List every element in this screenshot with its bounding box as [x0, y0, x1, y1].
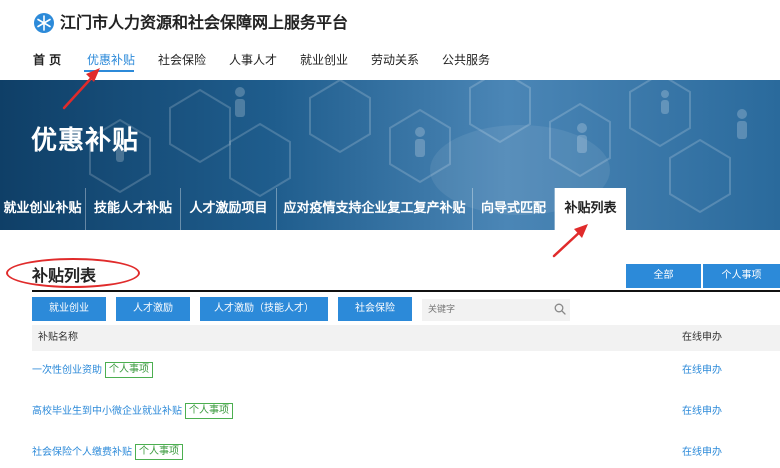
nav-item-public-services[interactable]: 公共服务: [442, 50, 490, 70]
logo-icon: [34, 13, 54, 33]
search-icon[interactable]: [554, 303, 566, 315]
tab-subsidy-list[interactable]: 补贴列表: [555, 188, 626, 230]
table-row: 一次性创业资助 个人事项 在线申办: [32, 362, 780, 382]
nav-item-personnel[interactable]: 人事人才: [229, 50, 277, 70]
category-employment-button[interactable]: 就业创业: [32, 297, 106, 321]
filter-personal-button[interactable]: 个人事项: [703, 264, 780, 288]
category-talent-button[interactable]: 人才激励: [116, 297, 190, 321]
subsidy-name[interactable]: 高校毕业生到中小微企业就业补贴: [32, 406, 182, 417]
nav-item-social-insurance[interactable]: 社会保险: [158, 50, 206, 70]
nav-item-labor-relations[interactable]: 劳动关系: [371, 50, 419, 70]
arrow-to-tab-icon: [552, 228, 584, 258]
tab-covid-support[interactable]: 应对疫情支持企业复工复产补贴: [277, 188, 473, 230]
annotation-ellipse: [6, 258, 140, 288]
category-social-insurance-button[interactable]: 社会保险: [338, 297, 412, 321]
tab-guided-match[interactable]: 向导式匹配: [473, 188, 555, 230]
banner-title: 优惠补贴: [31, 126, 140, 156]
category-badge: 个人事项: [185, 403, 233, 419]
table-header: 补贴名称 在线申办: [32, 325, 780, 351]
section-divider: [32, 290, 780, 292]
apply-online-link[interactable]: 在线申办: [682, 444, 722, 462]
main-nav: 首 页 优惠补贴 社会保险 人事人才 就业创业 劳动关系 公共服务: [0, 50, 780, 72]
site-title: 江门市人力资源和社会保障网上服务平台: [60, 13, 349, 32]
banner: 优惠补贴 就业创业补贴 技能人才补贴 人才激励项目 应对疫情支持企业复工复产补贴…: [0, 80, 780, 230]
nav-item-employment[interactable]: 就业创业: [300, 50, 348, 70]
search-input[interactable]: [422, 299, 570, 321]
category-skill-talent-button[interactable]: 人才激励（技能人才）: [200, 297, 328, 321]
tab-talent-incentive[interactable]: 人才激励项目: [181, 188, 277, 230]
subsidy-link[interactable]: 社会保险个人缴费补贴 个人事项: [32, 444, 183, 462]
tab-employment-subsidy[interactable]: 就业创业补贴: [0, 188, 86, 230]
nav-item-subsidies[interactable]: 优惠补贴: [87, 50, 135, 70]
nav-active-indicator: [84, 70, 134, 72]
nav-item-home[interactable]: 首 页: [33, 50, 61, 70]
site-header: 江门市人力资源和社会保障网上服务平台 首 页 优惠补贴 社会保险 人事人才 就业…: [0, 0, 780, 80]
column-header-name: 补贴名称: [38, 332, 78, 343]
filter-all-button[interactable]: 全部: [626, 264, 701, 288]
subsidy-name[interactable]: 社会保险个人缴费补贴: [32, 447, 132, 458]
subsidy-name[interactable]: 一次性创业资助: [32, 365, 102, 376]
table-row: 社会保险个人缴费补贴 个人事项 在线申办: [32, 444, 780, 464]
page: 江门市人力资源和社会保障网上服务平台 首 页 优惠补贴 社会保险 人事人才 就业…: [0, 0, 780, 468]
apply-online-link[interactable]: 在线申办: [682, 362, 722, 380]
category-badge: 个人事项: [135, 444, 183, 460]
category-badge: 个人事项: [105, 362, 153, 378]
apply-online-link[interactable]: 在线申办: [682, 403, 722, 421]
tab-skill-subsidy[interactable]: 技能人才补贴: [86, 188, 181, 230]
column-header-apply: 在线申办: [682, 332, 722, 343]
banner-tabs: 就业创业补贴 技能人才补贴 人才激励项目 应对疫情支持企业复工复产补贴 向导式匹…: [0, 188, 780, 230]
subsidy-link[interactable]: 一次性创业资助 个人事项: [32, 362, 153, 380]
table-row: 高校毕业生到中小微企业就业补贴 个人事项 在线申办: [32, 403, 780, 423]
subsidy-link[interactable]: 高校毕业生到中小微企业就业补贴 个人事项: [32, 403, 233, 421]
